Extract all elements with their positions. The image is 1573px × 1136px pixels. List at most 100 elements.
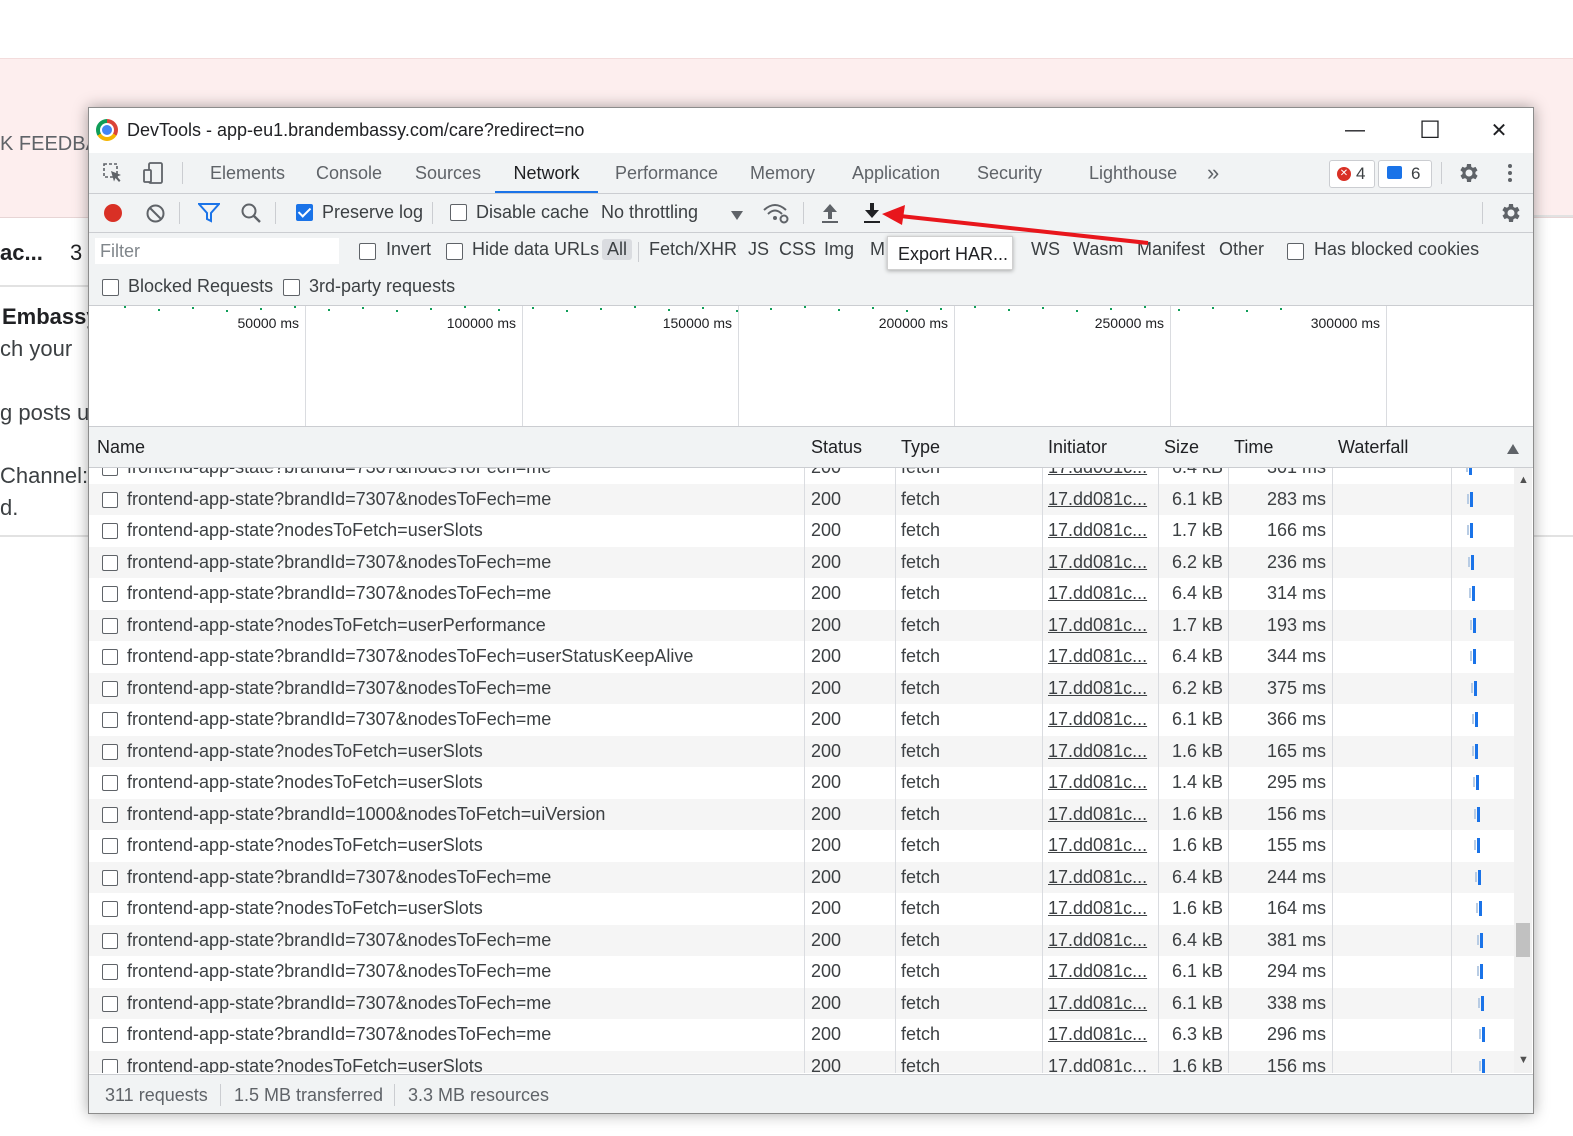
minimize-button[interactable]: —	[1321, 108, 1389, 153]
tab-console[interactable]: Console	[316, 153, 382, 193]
row-select-checkbox[interactable]	[102, 712, 118, 728]
request-initiator-link[interactable]: 17.dd081c...	[1048, 736, 1148, 768]
export-har-icon[interactable]	[862, 202, 882, 229]
import-har-icon[interactable]	[820, 202, 840, 229]
filter-input[interactable]: Filter	[95, 238, 339, 264]
settings-gear-icon[interactable]	[1456, 161, 1480, 190]
request-initiator-link[interactable]: 17.dd081c...	[1048, 1051, 1148, 1074]
third-party-requests-checkbox[interactable]	[283, 279, 300, 296]
filter-type-img[interactable]: Img	[824, 239, 854, 260]
row-select-checkbox[interactable]	[102, 468, 118, 476]
filter-type-manifest[interactable]: Manifest	[1137, 239, 1205, 260]
maximize-button[interactable]: ☐	[1396, 108, 1464, 153]
table-row[interactable]: frontend-app-state?brandId=7307&nodesToF…	[89, 924, 1514, 957]
request-initiator-link[interactable]: 17.dd081c...	[1048, 767, 1148, 799]
row-select-checkbox[interactable]	[102, 617, 118, 634]
hide-data-urls-checkbox[interactable]	[446, 243, 463, 260]
table-row[interactable]: frontend-app-state?brandId=7307&nodesToF…	[89, 1019, 1514, 1051]
request-initiator-link[interactable]: 17.dd081c...	[1048, 515, 1148, 547]
device-toolbar-icon[interactable]	[142, 162, 166, 189]
filter-icon[interactable]	[196, 203, 222, 228]
row-select-checkbox[interactable]	[102, 869, 118, 886]
request-initiator-link[interactable]: 17.dd081c...	[1048, 484, 1148, 516]
tab-elements[interactable]: Elements	[210, 153, 285, 193]
filter-type-all[interactable]: All	[602, 239, 633, 260]
network-settings-gear-icon[interactable]	[1498, 201, 1522, 230]
row-select-checkbox[interactable]	[102, 1027, 118, 1043]
disable-cache-checkbox[interactable]	[450, 204, 467, 221]
row-select-checkbox[interactable]	[102, 554, 118, 571]
filter-type-css[interactable]: CSS	[779, 239, 816, 260]
row-select-checkbox[interactable]	[102, 586, 118, 602]
table-row[interactable]: frontend-app-state?brandId=7307&nodesToF…	[89, 956, 1514, 988]
row-select-checkbox[interactable]	[102, 649, 118, 665]
column-header-name[interactable]: Name	[97, 427, 145, 467]
tab-memory[interactable]: Memory	[750, 153, 815, 193]
table-row[interactable]: frontend-app-state?brandId=7307&nodesToF…	[89, 546, 1514, 578]
table-row[interactable]: frontend-app-state?brandId=7307&nodesToF…	[89, 641, 1514, 673]
tab-network[interactable]: Network	[495, 153, 598, 193]
request-initiator-link[interactable]: 17.dd081c...	[1048, 925, 1148, 957]
table-row[interactable]: frontend-app-state?nodesToFetch=userSlot…	[89, 893, 1514, 925]
row-select-checkbox[interactable]	[102, 523, 118, 539]
errors-badge[interactable]: ✕ 4	[1329, 160, 1375, 188]
blocked-requests-checkbox[interactable]	[102, 279, 119, 296]
row-select-checkbox[interactable]	[102, 995, 118, 1012]
table-row[interactable]: frontend-app-state?brandId=7307&nodesToF…	[89, 672, 1514, 705]
filter-type-fetch-xhr[interactable]: Fetch/XHR	[649, 239, 737, 260]
request-initiator-link[interactable]: 17.dd081c...	[1048, 893, 1148, 925]
row-select-checkbox[interactable]	[102, 491, 118, 508]
row-select-checkbox[interactable]	[102, 775, 118, 791]
vertical-scrollbar[interactable]: ▲ ▼	[1514, 468, 1532, 1073]
tab-sources[interactable]: Sources	[415, 153, 481, 193]
request-initiator-link[interactable]: 17.dd081c...	[1048, 673, 1148, 705]
filter-type-js[interactable]: JS	[748, 239, 769, 260]
scrollbar-thumb[interactable]	[1516, 923, 1530, 957]
table-row[interactable]: frontend-app-state?brandId=7307&nodesToF…	[89, 483, 1514, 516]
network-conditions-icon[interactable]	[762, 202, 790, 229]
column-header-size[interactable]: Size	[1164, 427, 1199, 467]
column-header-status[interactable]: Status	[811, 427, 862, 467]
column-header-type[interactable]: Type	[901, 427, 940, 467]
table-row[interactable]: frontend-app-state?brandId=7307&nodesToF…	[89, 704, 1514, 736]
has-blocked-cookies-checkbox[interactable]	[1287, 243, 1304, 260]
scroll-up-icon[interactable]: ▲	[1518, 474, 1529, 486]
filter-type-ws[interactable]: WS	[1031, 239, 1060, 260]
more-tabs-button[interactable]: »	[1207, 153, 1219, 193]
row-select-checkbox[interactable]	[102, 838, 118, 854]
filter-type-other[interactable]: Other	[1219, 239, 1264, 260]
column-header-time[interactable]: Time	[1234, 427, 1273, 467]
table-row[interactable]: frontend-app-state?nodesToFetch=userSlot…	[89, 767, 1514, 799]
row-select-checkbox[interactable]	[102, 743, 118, 760]
table-row[interactable]: frontend-app-state?brandId=1000&nodesToF…	[89, 798, 1514, 831]
chevron-down-icon[interactable]	[731, 207, 743, 225]
table-row[interactable]: frontend-app-state?brandId=7307&nodesToF…	[89, 578, 1514, 610]
record-icon[interactable]	[104, 204, 122, 222]
clear-icon[interactable]	[145, 203, 166, 229]
tab-lighthouse[interactable]: Lighthouse	[1089, 153, 1177, 193]
column-header-waterfall[interactable]: Waterfall	[1338, 427, 1408, 467]
row-select-checkbox[interactable]	[102, 680, 118, 697]
invert-checkbox[interactable]	[359, 243, 376, 260]
table-row[interactable]: frontend-app-state?brandId=7307&nodesToF…	[89, 861, 1514, 893]
filter-type-wasm[interactable]: Wasm	[1073, 239, 1123, 260]
messages-badge[interactable]: 6	[1378, 160, 1432, 188]
request-initiator-link[interactable]: 17.dd081c...	[1048, 704, 1148, 736]
table-row[interactable]: frontend-app-state?nodesToFetch=userSlot…	[89, 1050, 1514, 1074]
row-select-checkbox[interactable]	[102, 964, 118, 980]
preserve-log-checkbox[interactable]	[296, 204, 313, 221]
table-row[interactable]: frontend-app-state?nodesToFetch=userSlot…	[89, 735, 1514, 768]
request-initiator-link[interactable]: 17.dd081c...	[1048, 468, 1148, 484]
request-initiator-link[interactable]: 17.dd081c...	[1048, 1019, 1148, 1051]
request-initiator-link[interactable]: 17.dd081c...	[1048, 641, 1148, 673]
tab-application[interactable]: Application	[852, 153, 940, 193]
row-select-checkbox[interactable]	[102, 901, 118, 917]
table-row[interactable]: frontend-app-state?nodesToFetch=userSlot…	[89, 515, 1514, 547]
table-row[interactable]: frontend-app-state?nodesToFetch=userSlot…	[89, 830, 1514, 862]
row-select-checkbox[interactable]	[102, 806, 118, 823]
table-row[interactable]: frontend-app-state?brandId=7307&nodesToF…	[89, 468, 1514, 484]
more-options-icon[interactable]	[1507, 163, 1513, 188]
request-initiator-link[interactable]: 17.dd081c...	[1048, 799, 1148, 831]
column-header-initiator[interactable]: Initiator	[1048, 427, 1107, 467]
throttling-select[interactable]: No throttling	[601, 202, 698, 223]
